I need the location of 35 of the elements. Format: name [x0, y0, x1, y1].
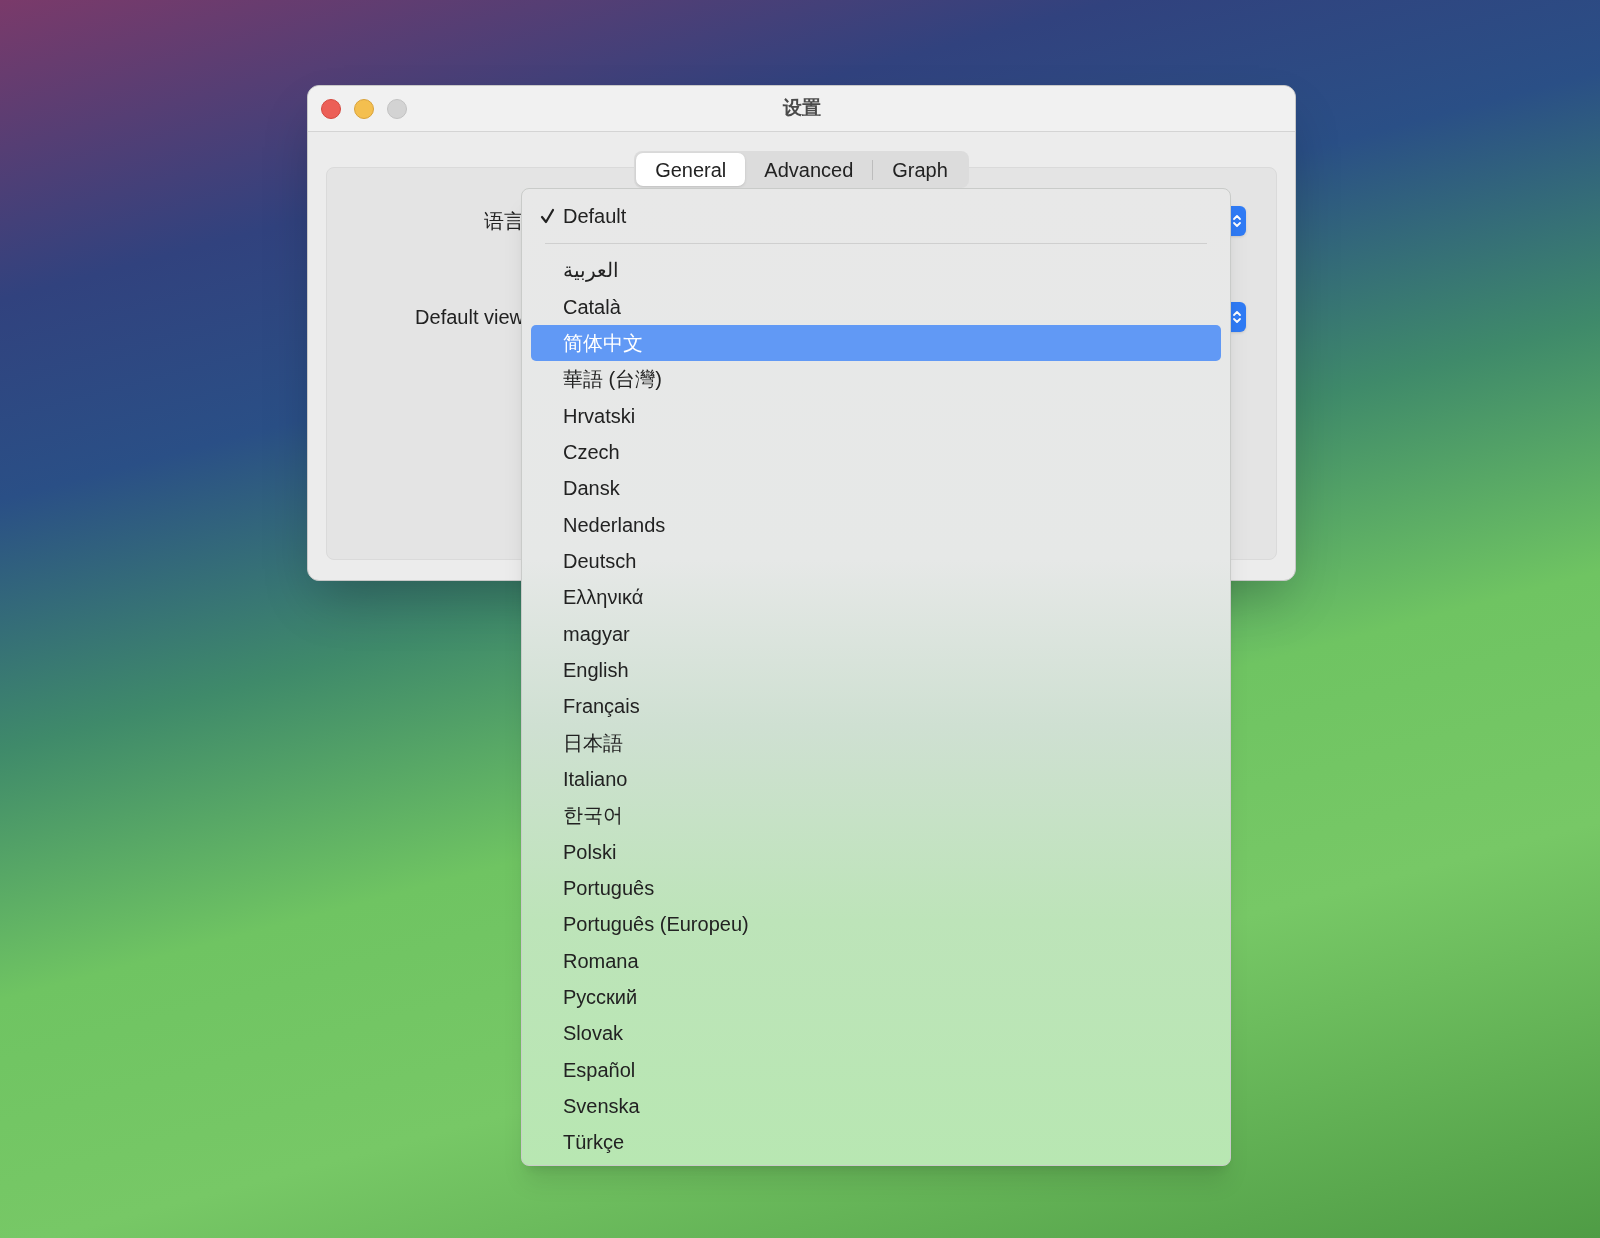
- field-label: 语言: [483, 209, 524, 234]
- menu-item[interactable]: Español: [531, 1051, 1221, 1088]
- menu-item[interactable]: Nederlands: [531, 506, 1221, 543]
- window-title: 设置: [782, 96, 821, 121]
- menu-item[interactable]: Deutsch: [531, 542, 1221, 580]
- menu-item[interactable]: Português: [531, 869, 1221, 907]
- menu-item[interactable]: Türkçe: [531, 1124, 1221, 1161]
- menu-item[interactable]: Slovak: [531, 1015, 1221, 1052]
- chevron-icon: [1232, 308, 1242, 326]
- menu-item[interactable]: 한국어: [531, 797, 1221, 834]
- tab[interactable]: Advanced: [745, 153, 873, 186]
- chevron-icon: [1232, 212, 1242, 230]
- menu-item[interactable]: Ελληνικά: [531, 579, 1221, 616]
- menu-item[interactable]: Français: [531, 688, 1221, 725]
- menu-item[interactable]: Português (Europeu): [531, 906, 1221, 943]
- menu-item[interactable]: Català: [531, 288, 1221, 325]
- menu-item[interactable]: Polski: [531, 833, 1221, 870]
- menu-item[interactable]: Default: [531, 198, 1221, 235]
- close-button[interactable]: [321, 98, 341, 119]
- menu-item[interactable]: English: [531, 651, 1221, 689]
- menu-item[interactable]: Czech: [531, 433, 1221, 471]
- tab[interactable]: General: [636, 153, 746, 186]
- menu-item[interactable]: 日本語: [531, 724, 1221, 761]
- tab[interactable]: Graph: [873, 153, 967, 186]
- menu-item[interactable]: Italiano: [531, 760, 1221, 798]
- menu-item[interactable]: magyar: [531, 615, 1221, 652]
- menu-item[interactable]: Svenska: [531, 1087, 1221, 1125]
- minimize-button[interactable]: [354, 98, 374, 119]
- menu-item[interactable]: Romana: [531, 942, 1221, 979]
- menu-item[interactable]: Hrvatski: [531, 397, 1221, 434]
- checkmark-icon: [539, 208, 555, 225]
- menu-item[interactable]: العربية: [531, 252, 1221, 289]
- menu-item[interactable]: 華語 (台灣): [531, 361, 1221, 398]
- menu-item[interactable]: Русский: [531, 978, 1221, 1016]
- menu-item[interactable]: Dansk: [531, 470, 1221, 507]
